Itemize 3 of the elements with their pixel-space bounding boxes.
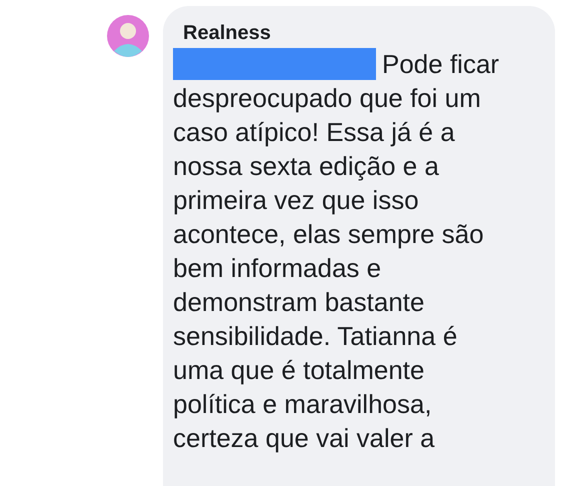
author-name[interactable]: Realness	[183, 20, 271, 46]
avatar	[107, 15, 149, 57]
comment-text: Pode ficar despreocupado que foi um caso atípico! Essa já é a nossa sexta edição e a primeira vez que isso acontece, elas sempre são bem informadas e demonstram bastante sensibilidade. Tatianna é uma que é totalmente política e maravilhosa, certeza que vai valer a	[173, 48, 500, 455]
